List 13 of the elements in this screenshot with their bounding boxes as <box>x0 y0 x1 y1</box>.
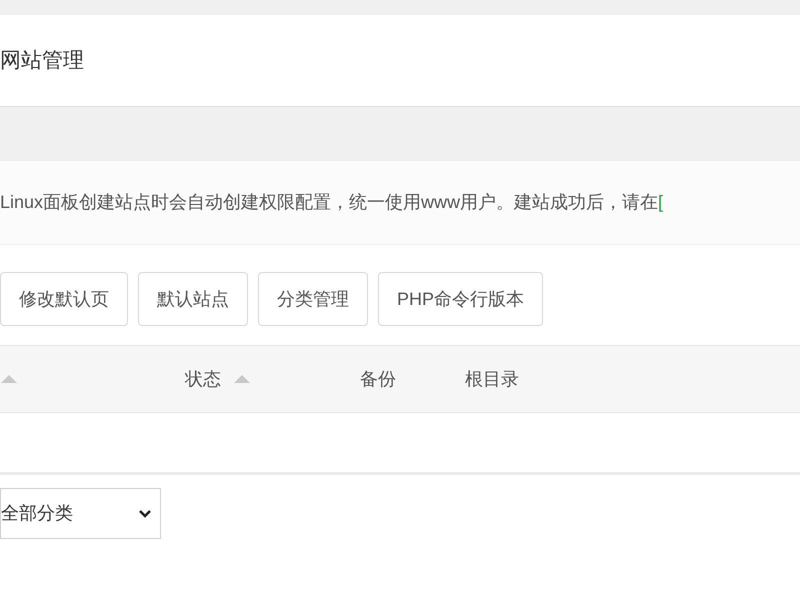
column-header[interactable]: 根目录 <box>465 366 519 392</box>
toolbar-button[interactable]: 分类管理 <box>258 272 368 326</box>
category-select[interactable]: 全部分类 <box>0 488 161 539</box>
sort-arrow-icon[interactable] <box>0 374 18 384</box>
chevron-down-icon <box>138 509 152 518</box>
toolbar-button[interactable]: 修改默认页 <box>0 272 128 326</box>
sort-arrow-icon[interactable] <box>233 374 251 384</box>
page-title: 网站管理 <box>0 48 84 74</box>
toolbar-button[interactable]: 默认站点 <box>138 272 248 326</box>
toolbar-button[interactable]: PHP命令行版本 <box>378 272 544 326</box>
column-header[interactable]: 备份 <box>360 366 396 392</box>
column-header[interactable]: 状态 <box>185 366 221 392</box>
notice-text: Linux面板创建站点时会自动创建权限配置，统一使用www用户。建站成功后，请在 <box>0 191 658 214</box>
